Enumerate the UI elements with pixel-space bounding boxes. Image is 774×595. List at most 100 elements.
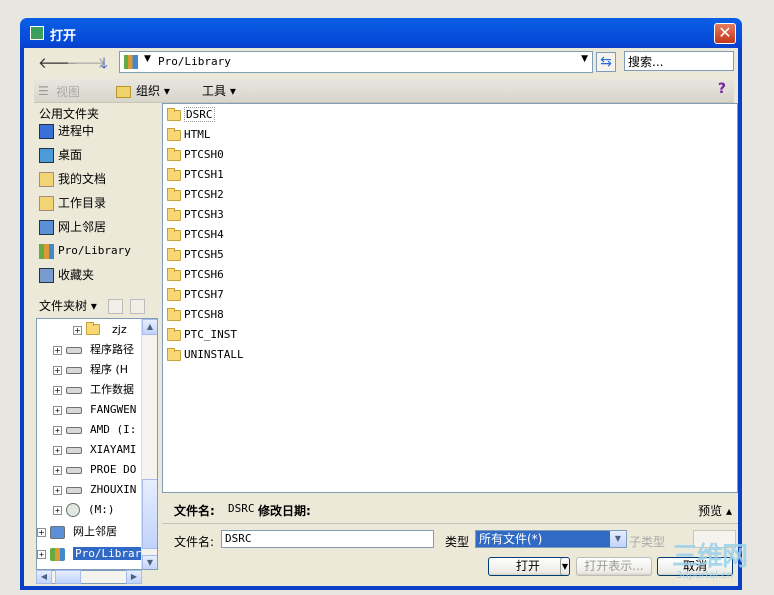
address-dropdown-icon[interactable]: ▼ xyxy=(581,54,588,64)
drive-icon xyxy=(66,486,82,494)
scroll-up-icon[interactable]: ▲ xyxy=(142,319,157,335)
tree-vertical-scrollbar[interactable]: ▲ ▼ xyxy=(141,319,157,569)
preview-toggle[interactable]: 预览 ▴ xyxy=(698,502,732,519)
title-bar[interactable]: 打开 ✕ xyxy=(24,18,738,48)
expand-icon[interactable]: + xyxy=(53,485,62,495)
tree-node[interactable]: + 程序 (H xyxy=(53,361,128,381)
list-item[interactable]: PTCSH3 xyxy=(166,206,224,224)
list-item[interactable]: PTCSH5 xyxy=(166,246,224,264)
open-button[interactable]: 打开 xyxy=(488,557,568,576)
expand-icon[interactable]: + xyxy=(53,345,62,355)
forward-arrow-icon[interactable]: 🡒 xyxy=(66,54,106,72)
tree-node[interactable]: + 工作数据 xyxy=(53,381,134,401)
fav-item-in-session[interactable]: 进程中 xyxy=(36,121,156,143)
tree-node[interactable]: + 网上邻居 xyxy=(37,523,117,543)
file-name: PTCSH1 xyxy=(184,168,224,181)
folder-up-icon[interactable] xyxy=(130,299,145,314)
view-button[interactable]: 视图 xyxy=(56,83,80,100)
tree-node[interactable]: + FANGWEN xyxy=(53,401,136,421)
fav-item-desktop[interactable]: 桌面 xyxy=(36,145,156,167)
file-name: PTCSH3 xyxy=(184,208,224,221)
scroll-thumb[interactable] xyxy=(142,479,157,549)
back-arrow-icon[interactable]: 🡐 xyxy=(38,54,78,72)
folder-tree[interactable]: + zjz + 程序路径 + 程序 (H + 工作数据 + FANGWEN + AMD (I… xyxy=(36,318,158,570)
open-dropdown-button[interactable]: ▼ xyxy=(560,557,570,576)
fav-item-pro-library[interactable]: Pro/Library xyxy=(36,241,156,263)
tree-node[interactable]: + (M:) xyxy=(53,501,115,521)
list-item[interactable]: PTCSH7 xyxy=(166,286,224,304)
chevron-down-icon[interactable]: ▼ xyxy=(144,54,151,64)
file-list[interactable]: DSRC HTML PTCSH0 PTCSH1 PTCSH2 PTCSH3 PT… xyxy=(162,103,738,493)
tree-node[interactable]: + AMD (I: xyxy=(53,421,136,441)
desktop-background: 打开 ✕ 🡐 🡒 🡓 ▼ Pro/Library ▼ ⇆ 搜索... ☰ 视图 xyxy=(0,0,774,595)
close-button[interactable]: ✕ xyxy=(714,23,736,44)
tree-node-selected[interactable]: + Pro/Library xyxy=(37,545,150,565)
scroll-thumb[interactable] xyxy=(55,570,81,584)
list-item[interactable]: PTCSH6 xyxy=(166,266,224,284)
expand-icon[interactable]: + xyxy=(37,527,46,537)
expand-icon[interactable]: + xyxy=(53,425,62,435)
scroll-right-icon[interactable]: ▶ xyxy=(126,570,142,584)
help-icon[interactable]: ? xyxy=(718,81,726,97)
list-item[interactable]: PTCSH8 xyxy=(166,306,224,324)
file-type-select[interactable]: 所有文件(*) ▼ xyxy=(475,530,627,548)
dialog-client-area: 🡐 🡒 🡓 ▼ Pro/Library ▼ ⇆ 搜索... ☰ 视图 组织 ▾ xyxy=(24,48,738,586)
list-item[interactable]: DSRC xyxy=(166,106,215,124)
tree-node[interactable]: + zjz xyxy=(73,321,127,341)
down-arrow-icon[interactable]: 🡓 xyxy=(94,54,114,72)
folder-tree-header[interactable]: 文件夹树 ▾ xyxy=(34,296,158,318)
preview-filename-label: 文件名: xyxy=(174,504,215,518)
expand-icon[interactable]: + xyxy=(73,325,82,335)
list-item[interactable]: PTCSH0 xyxy=(166,146,224,164)
expand-icon[interactable]: + xyxy=(53,465,62,475)
list-item[interactable]: PTCSH4 xyxy=(166,226,224,244)
view-icon[interactable]: ☰ xyxy=(38,84,49,98)
list-item[interactable]: UNINSTALL xyxy=(166,346,244,364)
new-folder-icon[interactable] xyxy=(108,299,123,314)
tree-node-label: 程序路径 xyxy=(90,343,134,356)
file-name: PTCSH4 xyxy=(184,228,224,241)
tree-horizontal-scrollbar[interactable]: ◀ ▶ xyxy=(36,570,142,584)
open-as-button[interactable]: 打开表示... xyxy=(576,557,652,576)
file-name: PTCSH8 xyxy=(184,308,224,321)
scroll-down-icon[interactable]: ▼ xyxy=(142,555,157,569)
expand-icon[interactable]: + xyxy=(37,549,46,559)
toolbar: ☰ 视图 组织 ▾ 工具 ▾ ? xyxy=(34,79,734,103)
expand-icon[interactable]: + xyxy=(53,445,62,455)
network-icon xyxy=(50,525,65,539)
scroll-left-icon[interactable]: ◀ xyxy=(36,570,52,584)
fav-item-favorites[interactable]: 收藏夹 xyxy=(36,265,156,287)
tools-button[interactable]: 工具 ▾ xyxy=(198,82,240,100)
tree-node[interactable]: + ZHOUXIN xyxy=(53,481,136,501)
expand-icon[interactable]: + xyxy=(53,385,62,395)
tree-node[interactable]: + XIAYAMI xyxy=(53,441,136,461)
folder-icon xyxy=(167,228,181,241)
drive-icon xyxy=(66,346,82,354)
chevron-down-icon[interactable]: ▼ xyxy=(610,531,626,547)
file-name: UNINSTALL xyxy=(184,348,244,361)
expand-icon[interactable]: + xyxy=(53,365,62,375)
list-item[interactable]: PTC_INST xyxy=(166,326,237,344)
expand-icon[interactable]: + xyxy=(53,505,62,515)
desktop-icon xyxy=(39,148,54,163)
address-path[interactable]: Pro/Library xyxy=(158,55,231,68)
filename-input[interactable]: DSRC xyxy=(221,530,434,548)
fav-label: 我的文档 xyxy=(58,172,107,186)
expand-icon[interactable]: + xyxy=(53,405,62,415)
refresh-button[interactable]: ⇆ xyxy=(596,52,616,72)
tree-node[interactable]: + 程序路径 xyxy=(53,341,134,361)
search-input[interactable]: 搜索... xyxy=(624,51,734,71)
drive-icon xyxy=(66,406,82,414)
list-item[interactable]: PTCSH1 xyxy=(166,166,224,184)
fav-item-my-documents[interactable]: 我的文档 xyxy=(36,169,156,191)
fav-item-network[interactable]: 网上邻居 xyxy=(36,217,156,239)
fav-item-working-directory[interactable]: 工作目录 xyxy=(36,193,156,215)
common-folders-header: 公用文件夹 xyxy=(39,107,100,121)
organize-button[interactable]: 组织 ▾ xyxy=(112,82,174,100)
tree-node[interactable]: + PROE DO xyxy=(53,461,136,481)
address-bar[interactable]: ▼ Pro/Library ▼ xyxy=(119,51,593,73)
fav-label: 收藏夹 xyxy=(58,268,95,282)
list-item[interactable]: PTCSH2 xyxy=(166,186,224,204)
list-item[interactable]: HTML xyxy=(166,126,211,144)
folder-icon xyxy=(167,268,181,281)
